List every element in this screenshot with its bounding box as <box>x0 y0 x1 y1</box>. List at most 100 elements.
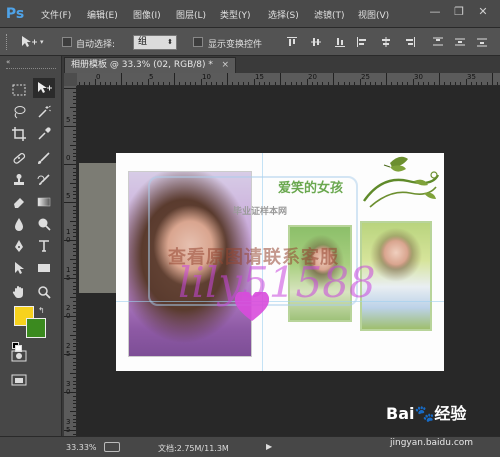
ruler-tick <box>163 82 165 85</box>
lasso-tool-icon[interactable] <box>8 102 30 122</box>
magic-wand-tool-icon[interactable] <box>33 102 55 122</box>
type-tool-icon[interactable] <box>33 236 55 256</box>
ruler-tick <box>70 411 76 412</box>
move-tool-preset-icon[interactable] <box>18 32 40 52</box>
heart-icon <box>235 292 269 321</box>
align-vcenter-icon[interactable] <box>310 36 322 48</box>
menu-select[interactable]: 选择(S) <box>268 8 299 21</box>
status-info-icon[interactable] <box>104 442 120 452</box>
ruler-tick <box>73 331 76 333</box>
blur-tool-icon[interactable] <box>8 214 30 234</box>
ruler-tick <box>460 82 462 85</box>
rectangle-tool-icon[interactable] <box>33 258 55 278</box>
ruler-tick <box>73 418 76 420</box>
pen-tool-icon[interactable] <box>8 236 30 256</box>
close-tab-icon[interactable]: × <box>221 58 229 73</box>
align-hcenter-icon[interactable] <box>380 36 392 48</box>
menu-edit[interactable]: 编辑(E) <box>87 8 118 21</box>
align-left-icon[interactable] <box>356 36 368 48</box>
menu-layer[interactable]: 图层(L) <box>176 8 206 21</box>
menu-bar: Ps 文件(F) 编辑(E) 图像(I) 图层(L) 类型(Y) 选择(S) 滤… <box>0 0 500 28</box>
ruler-tick <box>486 82 488 85</box>
eraser-tool-icon[interactable] <box>8 192 30 212</box>
ruler-tick <box>179 82 181 85</box>
vertical-ruler[interactable]: 5 0 5 1 0 1 5 2 0 2 5 3 0 3 5 <box>64 86 77 436</box>
healing-brush-tool-icon[interactable] <box>8 148 30 168</box>
ruler-tick <box>274 82 276 85</box>
history-brush-tool-icon[interactable] <box>33 170 55 190</box>
show-transform-checkbox[interactable] <box>193 37 203 47</box>
ruler-tick <box>73 129 76 131</box>
ruler-tick <box>301 82 303 85</box>
document-tab[interactable]: 相册模板 @ 33.3% (02, RGB/8) * × <box>64 57 236 73</box>
quick-mask-icon[interactable] <box>8 346 30 366</box>
horizontal-ruler[interactable]: 0 5 10 15 20 25 30 35 <box>64 73 500 86</box>
ruler-tick <box>73 91 76 93</box>
ruler-tick <box>386 73 387 85</box>
ruler-tick <box>492 73 493 85</box>
baidu-jingyan-watermark: Bai🐾经验 jingyan.baidu.com <box>386 400 496 456</box>
screen-mode-icon[interactable] <box>8 370 30 390</box>
menu-file[interactable]: 文件(F) <box>41 8 71 21</box>
crop-tool-icon[interactable] <box>8 124 30 144</box>
distribute-vcenter-icon[interactable] <box>454 36 466 48</box>
auto-select-checkbox[interactable] <box>62 37 72 47</box>
gradient-tool-icon[interactable] <box>33 192 55 212</box>
hand-tool-icon[interactable] <box>8 282 30 302</box>
menu-filter[interactable]: 滤镜(T) <box>314 8 345 21</box>
eyedropper-tool-icon[interactable] <box>33 124 55 144</box>
ruler-label: 5 <box>66 192 71 200</box>
align-bottom-icon[interactable] <box>334 36 346 48</box>
menu-view[interactable]: 视图(V) <box>358 8 389 21</box>
align-right-icon[interactable] <box>404 36 416 48</box>
marquee-tool-icon[interactable] <box>8 80 30 100</box>
ruler-label: 25 <box>361 73 370 81</box>
baidu-logo-suffix: 经验 <box>434 404 467 423</box>
tools-panel: « ↰ <box>0 56 62 436</box>
ruler-tick <box>64 240 76 241</box>
ruler-tick <box>338 82 340 85</box>
ruler-tick <box>73 369 76 371</box>
photo-small-right[interactable] <box>360 221 432 331</box>
menu-image[interactable]: 图像(I) <box>133 8 161 21</box>
zoom-level[interactable]: 33.33% <box>66 443 97 452</box>
path-select-tool-icon[interactable] <box>8 258 30 278</box>
collapse-panel-icon[interactable]: « <box>6 58 10 66</box>
show-transform-label: 显示变换控件 <box>208 40 263 50</box>
ruler-tick <box>73 148 76 150</box>
ruler-tick <box>73 255 76 257</box>
align-top-icon[interactable] <box>286 36 298 48</box>
move-tool-icon[interactable] <box>33 78 55 98</box>
ruler-tick <box>354 82 356 85</box>
ruler-tick <box>73 232 76 234</box>
ruler-tick <box>433 82 435 85</box>
ruler-tick <box>73 95 76 97</box>
dodge-tool-icon[interactable] <box>33 214 55 234</box>
swap-colors-icon[interactable]: ↰ <box>38 306 45 315</box>
minimize-button[interactable]: — <box>428 5 442 19</box>
ruler-tick <box>73 300 76 302</box>
clone-stamp-tool-icon[interactable] <box>8 170 30 190</box>
ruler-tick <box>73 388 76 390</box>
zoom-tool-icon[interactable] <box>33 282 55 302</box>
ruler-origin[interactable] <box>64 73 77 86</box>
brush-tool-icon[interactable] <box>33 148 55 168</box>
restore-button[interactable]: ❐ <box>452 5 466 19</box>
close-button[interactable]: ✕ <box>476 5 490 19</box>
preset-dropdown-arrow-icon[interactable]: ▾ <box>40 38 44 46</box>
auto-select-dropdown[interactable]: 组 ⬍ <box>133 35 177 50</box>
status-menu-arrow-icon[interactable]: ▶ <box>266 442 272 451</box>
ruler-tick <box>142 82 144 85</box>
ruler-label: 35 <box>467 73 476 81</box>
distribute-top-icon[interactable] <box>432 36 444 48</box>
background-color-swatch[interactable] <box>26 318 46 338</box>
ruler-tick <box>359 79 361 85</box>
ruler-tick <box>70 183 76 184</box>
ruler-tick <box>73 122 76 124</box>
ruler-tick <box>121 73 122 85</box>
ruler-tick <box>73 433 76 435</box>
menu-type[interactable]: 类型(Y) <box>220 8 251 21</box>
ruler-tick <box>73 407 76 409</box>
watermark-frame <box>148 176 358 306</box>
distribute-bottom-icon[interactable] <box>476 36 488 48</box>
